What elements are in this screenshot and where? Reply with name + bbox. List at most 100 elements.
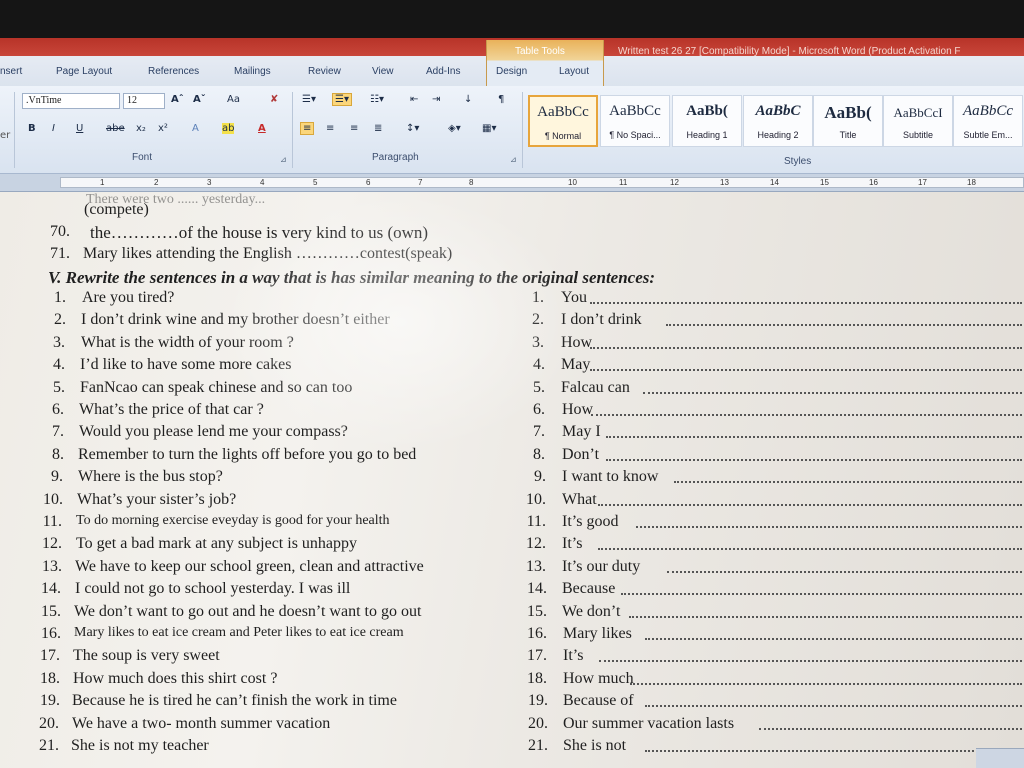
answer-blank[interactable] <box>598 548 1022 550</box>
style-subtle-emphasis[interactable]: AaBbCc Subtle Em... <box>953 95 1023 147</box>
answer-blank[interactable] <box>645 638 1022 640</box>
answer-number: 6. <box>533 401 545 418</box>
tab-layout[interactable]: Layout <box>559 66 589 77</box>
answer-blank[interactable] <box>621 593 1022 595</box>
answer-blank[interactable] <box>759 728 1022 730</box>
bold-button[interactable]: B <box>28 123 36 134</box>
style-name: Heading 2 <box>757 130 799 140</box>
ruler-number: 4 <box>260 178 265 187</box>
original-sentence: She is not my teacher <box>71 737 209 754</box>
answer-blank[interactable] <box>645 750 1022 752</box>
original-sentence: FanNcao can speak chinese and so can too <box>80 379 353 396</box>
align-center-icon[interactable]: ≡ <box>326 123 334 134</box>
style-subtitle[interactable]: AaBbCcI Subtitle <box>883 95 953 147</box>
highlight-button[interactable]: ab <box>222 123 235 134</box>
original-sentence: Mary likes to eat ice cream and Peter li… <box>74 625 404 640</box>
font-color-button[interactable]: A <box>258 123 266 134</box>
sort-icon[interactable]: ↓ <box>464 94 472 105</box>
paragraph-dialog-launcher-icon[interactable]: ⊿ <box>510 155 517 164</box>
align-left-icon[interactable]: ≡ <box>300 122 315 135</box>
ruler-number: 13 <box>720 178 729 187</box>
question-number: 7. <box>52 423 64 440</box>
original-sentence: What’s your sister’s job? <box>77 491 237 508</box>
increase-indent-icon[interactable]: ⇥ <box>432 94 440 105</box>
tab-design[interactable]: Design <box>496 66 527 77</box>
styles-group-label: Styles <box>784 156 812 167</box>
shrink-font-button[interactable]: Aˇ <box>193 94 206 105</box>
justify-icon[interactable]: ≣ <box>374 123 382 134</box>
align-right-icon[interactable]: ≡ <box>350 123 358 134</box>
change-case-button[interactable]: Aa <box>227 94 240 105</box>
show-marks-icon[interactable]: ¶ <box>498 94 504 105</box>
answer-blank[interactable] <box>590 347 1022 349</box>
font-size-combo[interactable]: 12 <box>123 93 165 109</box>
font-name-combo[interactable]: .VnTime <box>22 93 120 109</box>
original-sentence: I don’t drink wine and my brother doesn’… <box>81 311 390 328</box>
tab-references[interactable]: References <box>148 66 199 77</box>
answer-blank[interactable] <box>630 683 1022 685</box>
answer-number: 1. <box>532 289 544 306</box>
underline-button[interactable]: U <box>76 123 83 134</box>
answer-number: 13. <box>526 558 546 575</box>
answer-number: 16. <box>527 625 547 642</box>
tab-review[interactable]: Review <box>308 66 341 77</box>
question-number: 6. <box>52 401 64 418</box>
clear-formatting-button[interactable]: ✘ <box>270 94 278 105</box>
answer-prompt: Because of <box>563 692 634 709</box>
style-heading-2[interactable]: AaBbC Heading 2 <box>743 95 813 147</box>
tab-view[interactable]: View <box>372 66 394 77</box>
numbering-icon[interactable]: ☰▾ <box>332 93 352 106</box>
strikethrough-button[interactable]: abe <box>106 123 125 134</box>
style-heading-1[interactable]: AaBb( Heading 1 <box>672 95 742 147</box>
answer-blank[interactable] <box>666 324 1022 326</box>
font-dialog-launcher-icon[interactable]: ⊿ <box>280 155 287 164</box>
answer-prompt: She is not <box>563 737 627 754</box>
text-effects-button[interactable]: A <box>192 123 199 134</box>
grow-font-button[interactable]: Aˆ <box>171 94 184 105</box>
style-no-spacing[interactable]: AaBbCc ¶ No Spaci... <box>600 95 670 147</box>
decrease-indent-icon[interactable]: ⇤ <box>410 94 418 105</box>
tab-insert[interactable]: nsert <box>0 66 22 77</box>
answer-blank[interactable] <box>606 436 1022 438</box>
answer-blank[interactable] <box>645 705 1022 707</box>
status-bar-view-buttons[interactable] <box>976 748 1024 768</box>
original-sentence: Because he is tired he can’t finish the … <box>72 692 397 709</box>
answer-prompt: May I <box>562 423 601 440</box>
answer-prompt: It’s our duty <box>562 558 641 575</box>
font-group-label: Font <box>132 152 153 163</box>
answer-blank[interactable] <box>674 481 1022 483</box>
style-normal[interactable]: AaBbCc ¶ Normal <box>528 95 598 147</box>
answer-blank[interactable] <box>629 616 1022 618</box>
answer-blank[interactable] <box>590 369 1022 371</box>
italic-button[interactable]: I <box>52 123 55 134</box>
answer-prompt: How <box>562 401 594 418</box>
answer-blank[interactable] <box>591 414 1022 416</box>
multilevel-list-icon[interactable]: ☷▾ <box>370 94 384 105</box>
answer-blank[interactable] <box>606 459 1022 461</box>
tab-add-ins[interactable]: Add-Ins <box>426 66 460 77</box>
original-sentence: We don’t want to go out and he doesn’t w… <box>74 603 422 620</box>
ruler-number: 8 <box>469 178 474 187</box>
superscript-button[interactable]: x² <box>158 123 168 134</box>
subscript-button[interactable]: x₂ <box>136 123 146 134</box>
original-sentence: Would you please lend me your compass? <box>79 423 348 440</box>
answer-blank[interactable] <box>643 392 1022 394</box>
shading-icon[interactable]: ◈▾ <box>448 123 461 134</box>
borders-icon[interactable]: ▦▾ <box>482 123 496 134</box>
style-name: Subtitle <box>902 130 934 140</box>
doc-line-number: 70. <box>50 223 70 240</box>
ruler-number: 5 <box>313 178 318 187</box>
answer-blank[interactable] <box>599 660 1022 662</box>
answer-blank[interactable] <box>636 526 1022 528</box>
answer-blank[interactable] <box>590 302 1022 304</box>
line-spacing-icon[interactable]: ↕▾ <box>406 123 419 134</box>
style-title[interactable]: AaBb( Title <box>813 95 883 147</box>
answer-blank[interactable] <box>598 504 1022 506</box>
question-number: 2. <box>54 311 66 328</box>
tab-page-layout[interactable]: Page Layout <box>56 66 112 77</box>
bullets-icon[interactable]: ☰▾ <box>302 94 316 105</box>
doc-line: (compete) <box>84 201 149 218</box>
tab-mailings[interactable]: Mailings <box>234 66 271 77</box>
answer-prompt: I want to know <box>562 468 659 485</box>
answer-blank[interactable] <box>667 571 1022 573</box>
